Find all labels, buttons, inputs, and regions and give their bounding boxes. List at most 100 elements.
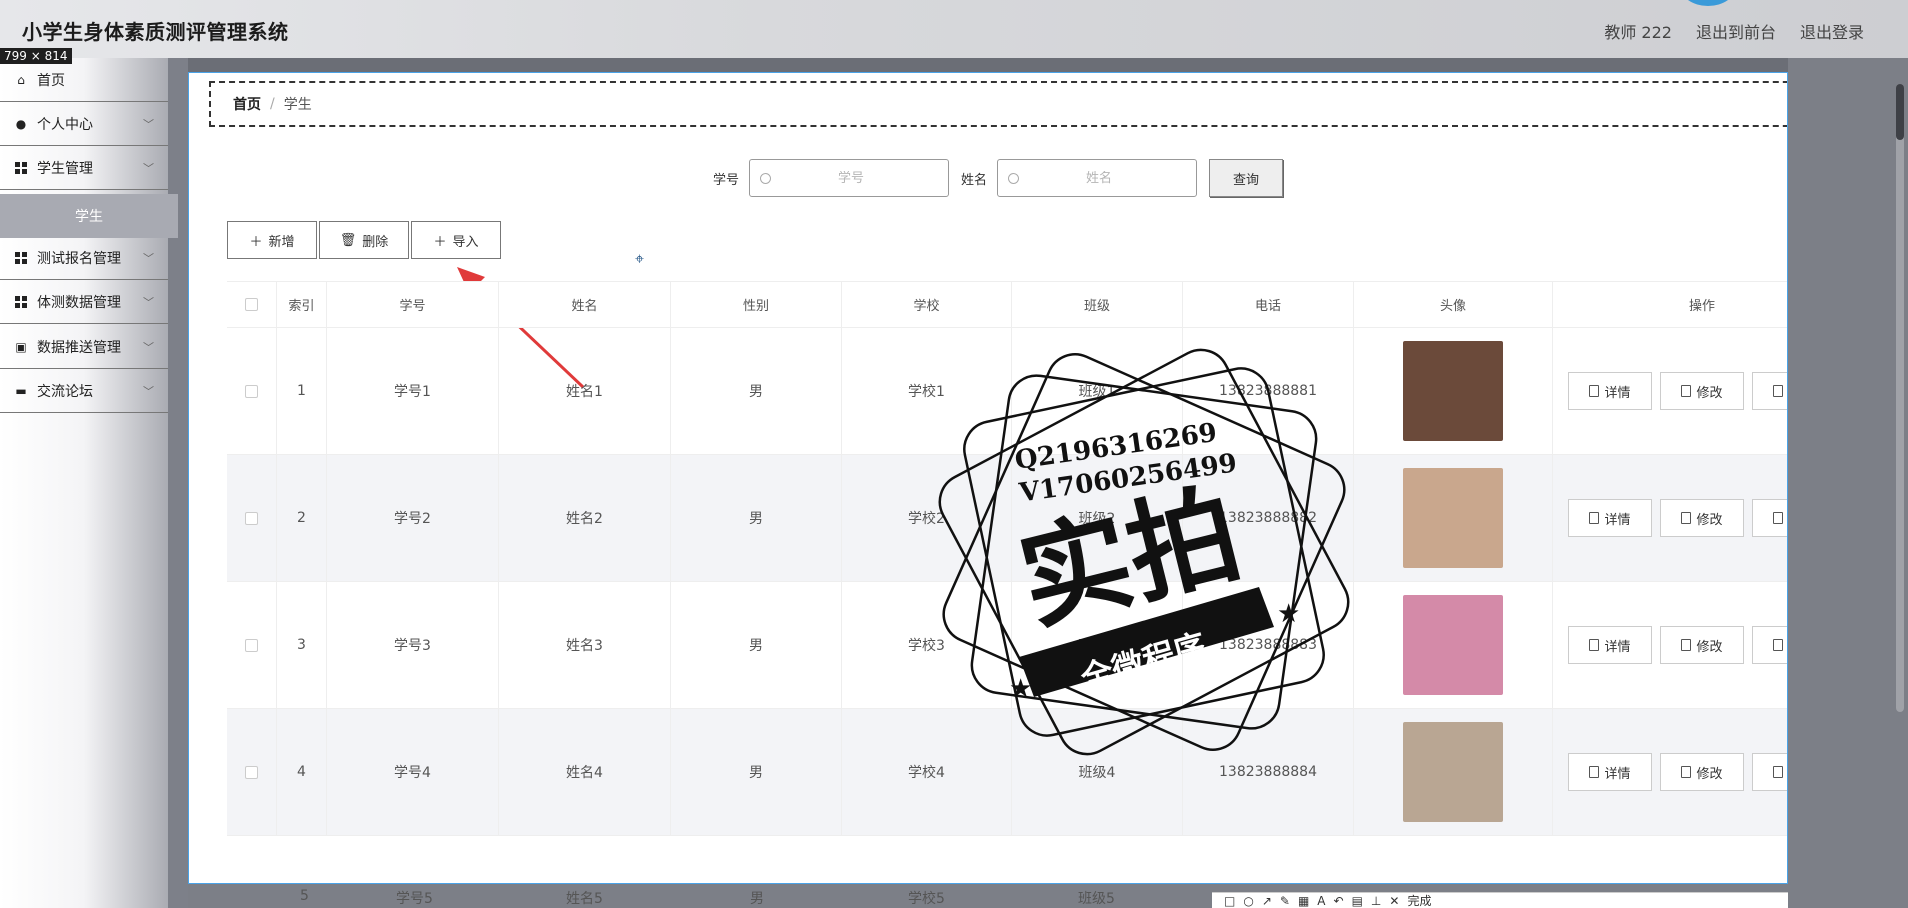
row-select-cell (227, 455, 277, 581)
sidebar-item-fitness-data[interactable]: 体测数据管理 ﹀ (0, 280, 168, 324)
edit-button-label: 修改 (1696, 385, 1723, 401)
detail-button-label: 详情 (1604, 385, 1631, 401)
home-icon: ⌂ (17, 72, 25, 87)
pin-icon[interactable]: ⊥ (1371, 894, 1381, 908)
row-delete-button[interactable]: 删除 (1752, 372, 1787, 410)
sidebar-item-label: 测试报名管理 (37, 250, 121, 267)
column-header: 学号 (327, 282, 499, 327)
row-index: 1 (277, 328, 327, 454)
detail-icon (1589, 639, 1600, 651)
detail-button[interactable]: 详情 (1568, 499, 1652, 537)
breadcrumb: 首页 / 学生 (209, 81, 1787, 127)
sidebar-item-profile[interactable]: ● 个人中心 ﹀ (0, 102, 168, 146)
detail-button[interactable]: 详情 (1568, 626, 1652, 664)
student-no-field[interactable] (749, 159, 950, 197)
row-select-cell (227, 328, 277, 454)
sidebar-item-test-registration[interactable]: 测试报名管理 ﹀ (0, 236, 168, 280)
capture-size-tag: 799 × 814 (0, 48, 72, 64)
row-sex: 男 (671, 455, 842, 581)
sidebar-item-students[interactable]: 学生管理 ﹀ (0, 146, 168, 190)
add-button-label: 新增 (268, 234, 295, 250)
row-actions: 详情 修改 删除 (1553, 582, 1787, 708)
table-row: 3学号3姓名3男学校3班级313823888883 详情 修改 删除 (227, 582, 1787, 709)
row-sex: 男 (750, 891, 764, 907)
top-links: 教师 222 退出到前台 退出登录 (1604, 19, 1864, 43)
done-button[interactable]: 完成 (1407, 892, 1431, 908)
row-select-cell (227, 709, 277, 835)
select-all-checkbox[interactable] (245, 298, 258, 311)
row-checkbox[interactable] (245, 638, 258, 652)
breadcrumb-home[interactable]: 首页 (233, 94, 261, 114)
row-sex: 男 (671, 709, 842, 835)
page-scrollbar-thumb[interactable] (1896, 84, 1904, 140)
chevron-down-icon: ﹀ (143, 251, 154, 265)
detail-button-label: 详情 (1604, 639, 1631, 655)
detail-button[interactable]: 详情 (1568, 372, 1652, 410)
sidebar-item-forum[interactable]: ▬ 交流论坛 ﹀ (0, 369, 168, 413)
add-button[interactable]: ＋ 新增 (227, 221, 317, 259)
row-student-no: 学号2 (327, 455, 499, 581)
capture-toolbar: □ ○ ↗ ✎ ▦ A ↶ ▤ ⊥ ✕ 完成 (1212, 892, 1788, 908)
sidebar-shadow (168, 58, 188, 908)
student-name-input[interactable] (1019, 170, 1180, 186)
row-phone: 13823888883 (1183, 582, 1354, 708)
row-delete-button[interactable]: 删除 (1752, 626, 1787, 664)
row-checkbox[interactable] (245, 384, 258, 398)
search-icon (1008, 172, 1020, 184)
ellipse-tool-icon[interactable]: ○ (1243, 894, 1253, 908)
sidebar-subitem-student[interactable]: 学生 (0, 194, 178, 238)
sidebar-item-label: 学生管理 (37, 160, 93, 177)
import-button[interactable]: ＋ 导入 (411, 221, 501, 259)
sidebar-item-label: 数据推送管理 (37, 339, 121, 356)
row-index: 4 (277, 709, 327, 835)
edit-button[interactable]: 修改 (1660, 626, 1744, 664)
student-name-field[interactable] (997, 159, 1198, 197)
logout-link[interactable]: 退出登录 (1800, 19, 1864, 43)
trash-icon: 🗑 (339, 232, 357, 248)
edit-icon (1681, 385, 1692, 397)
sidebar-item-home[interactable]: ⌂ 首页 (0, 58, 168, 102)
query-button[interactable]: 查询 (1209, 159, 1284, 197)
pen-tool-icon[interactable]: ✎ (1280, 894, 1290, 908)
row-class: 班级1 (1012, 328, 1183, 454)
row-school: 学校3 (842, 582, 1012, 708)
sidebar-item-data-push[interactable]: ▣ 数据推送管理 ﹀ (0, 325, 168, 369)
select-all-cell[interactable] (227, 282, 277, 327)
page-scrollbar[interactable] (1896, 84, 1904, 712)
detail-button[interactable]: 详情 (1568, 753, 1652, 791)
edit-button[interactable]: 修改 (1660, 372, 1744, 410)
edit-button-label: 修改 (1696, 639, 1723, 655)
edit-icon (1681, 639, 1692, 651)
grid-icon (14, 295, 28, 309)
sidebar-item-label: 体测数据管理 (37, 294, 121, 311)
chevron-down-icon: ﹀ (143, 161, 154, 175)
row-index: 2 (277, 455, 327, 581)
delete-button[interactable]: 🗑 删除 (319, 221, 409, 259)
row-delete-button[interactable]: 删除 (1752, 499, 1787, 537)
row-class: 班级3 (1012, 582, 1183, 708)
teacher-name: 教师 222 (1604, 23, 1672, 42)
row-student-no: 学号1 (327, 328, 499, 454)
row-delete-button[interactable]: 删除 (1752, 753, 1787, 791)
edit-button[interactable]: 修改 (1660, 753, 1744, 791)
row-school: 学校5 (908, 891, 945, 907)
edit-button[interactable]: 修改 (1660, 499, 1744, 537)
plus-icon: ＋ (433, 234, 447, 250)
mosaic-tool-icon[interactable]: ▦ (1298, 894, 1309, 908)
delete-icon (1773, 512, 1784, 524)
text-tool-icon[interactable]: A (1317, 894, 1325, 908)
row-checkbox[interactable] (245, 511, 258, 525)
student-no-input[interactable] (771, 170, 932, 186)
save-icon[interactable]: ▤ (1352, 894, 1363, 908)
arrow-tool-icon[interactable]: ↗ (1262, 894, 1272, 908)
delete-icon (1773, 385, 1784, 397)
row-actions: 详情 修改 删除 (1553, 709, 1787, 835)
exit-to-front-link[interactable]: 退出到前台 (1696, 19, 1776, 43)
undo-icon[interactable]: ↶ (1334, 894, 1344, 908)
row-checkbox[interactable] (245, 765, 258, 779)
avatar[interactable] (1680, 0, 1736, 6)
chevron-down-icon: ﹀ (143, 295, 154, 309)
close-icon[interactable]: ✕ (1389, 894, 1399, 908)
rect-tool-icon[interactable]: □ (1224, 894, 1235, 908)
edit-button-label: 修改 (1696, 766, 1723, 782)
